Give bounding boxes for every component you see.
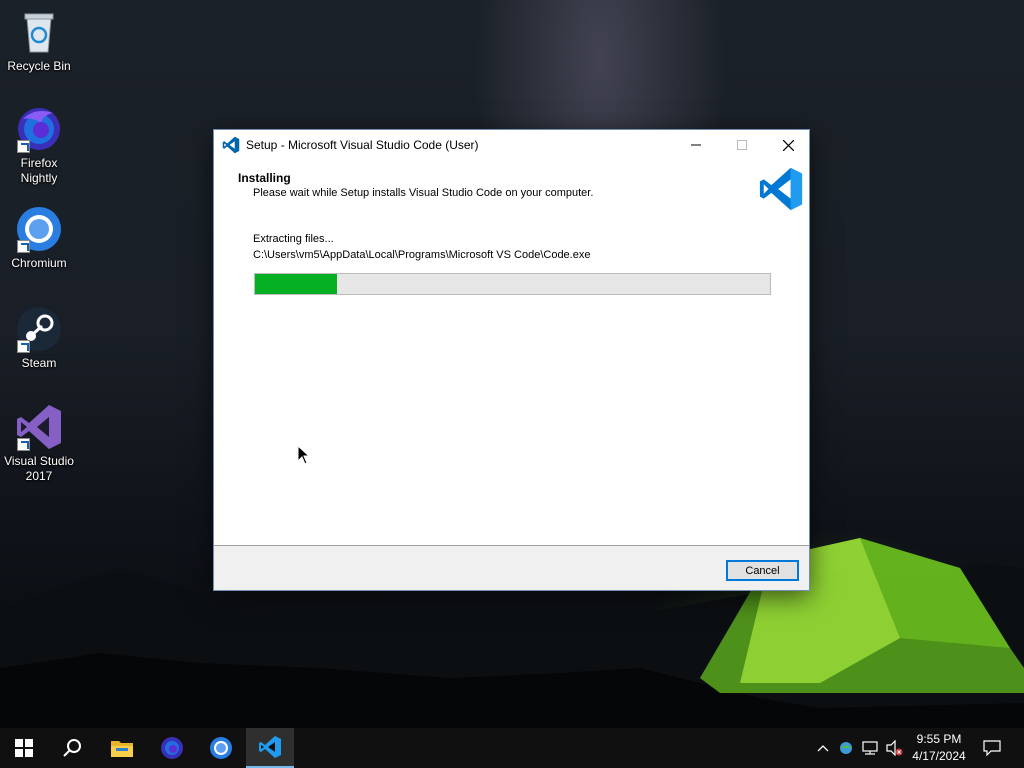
page-heading: Installing	[238, 171, 291, 185]
cancel-button[interactable]: Cancel	[726, 560, 799, 581]
current-file-path: C:\Users\vm5\AppData\Local\Programs\Micr…	[253, 249, 591, 261]
network-globe-icon	[840, 742, 852, 754]
desktop-icon-chromium[interactable]: Chromium	[1, 205, 77, 271]
firefox-nightly-icon	[161, 737, 183, 759]
minimize-icon	[691, 144, 701, 146]
taskbar-firefox-nightly[interactable]	[148, 728, 196, 768]
chevron-up-icon	[817, 745, 829, 752]
maximize-icon	[737, 140, 747, 150]
vscode-setup-icon	[259, 736, 281, 758]
chromium-icon	[15, 205, 63, 253]
desktop-icon-label: Firefox Nightly	[20, 156, 58, 185]
firefox-nightly-icon	[15, 105, 63, 153]
close-icon	[782, 139, 794, 151]
shortcut-arrow-icon	[17, 340, 30, 353]
desktop-icon-steam[interactable]: Steam	[1, 305, 77, 371]
vscode-logo-icon	[759, 167, 803, 211]
file-explorer-icon	[111, 741, 133, 757]
status-text: Extracting files...	[253, 233, 334, 245]
notification-icon	[983, 740, 1001, 756]
desktop-icon-label: Visual Studio 2017	[4, 454, 74, 483]
shortcut-arrow-icon	[17, 240, 30, 253]
taskbar-chromium[interactable]	[197, 728, 245, 768]
desktop-icon-firefox-nightly[interactable]: Firefox Nightly	[1, 105, 77, 186]
start-icon	[15, 739, 33, 757]
dialog-titlebar[interactable]: Setup - Microsoft Visual Studio Code (Us…	[214, 130, 809, 160]
progress-fill	[255, 274, 338, 294]
desktop-icon-label: Steam	[21, 356, 57, 370]
volume-muted-icon	[886, 740, 903, 756]
taskbar-clock[interactable]: 9:55 PM 4/17/2024	[905, 731, 973, 765]
tray-network-button[interactable]	[860, 728, 880, 768]
mouse-cursor-icon	[297, 445, 311, 465]
action-center-button[interactable]	[978, 728, 1006, 768]
minimize-button[interactable]	[673, 130, 719, 160]
tray-show-hidden-button[interactable]	[813, 728, 833, 768]
shortcut-arrow-icon	[17, 438, 30, 451]
taskbar-vscode-setup[interactable]	[246, 728, 294, 768]
maximize-button	[719, 130, 765, 160]
chromium-icon	[210, 737, 232, 759]
taskbar: 9:55 PM 4/17/2024	[0, 728, 1024, 768]
desktop-icon-visual-studio-2017[interactable]: Visual Studio 2017	[1, 403, 77, 484]
dialog-title: Setup - Microsoft Visual Studio Code (Us…	[246, 138, 479, 152]
recycle-bin-icon	[15, 8, 63, 56]
search-button[interactable]	[48, 728, 96, 768]
visual-studio-icon	[15, 403, 63, 451]
steam-icon	[15, 305, 63, 353]
close-button[interactable]	[765, 130, 811, 160]
shortcut-arrow-icon	[17, 140, 30, 153]
page-subheading: Please wait while Setup installs Visual …	[253, 187, 594, 199]
desktop-icon-label: Chromium	[11, 256, 67, 270]
install-progress-bar	[254, 273, 771, 295]
tray-app-button[interactable]	[836, 728, 856, 768]
search-icon	[63, 739, 81, 757]
network-icon	[862, 741, 878, 755]
tray-volume-button[interactable]	[884, 728, 904, 768]
clock-time: 9:55 PM	[916, 732, 962, 746]
setup-dialog: Setup - Microsoft Visual Studio Code (Us…	[213, 129, 810, 591]
taskbar-file-explorer[interactable]	[98, 728, 146, 768]
dialog-footer: Cancel	[214, 545, 809, 590]
vscode-icon	[222, 136, 240, 154]
desktop-icon-recycle-bin[interactable]: Recycle Bin	[1, 8, 77, 74]
clock-date: 4/17/2024	[912, 749, 966, 763]
desktop-icon-label: Recycle Bin	[7, 59, 71, 73]
start-button[interactable]	[0, 728, 48, 768]
